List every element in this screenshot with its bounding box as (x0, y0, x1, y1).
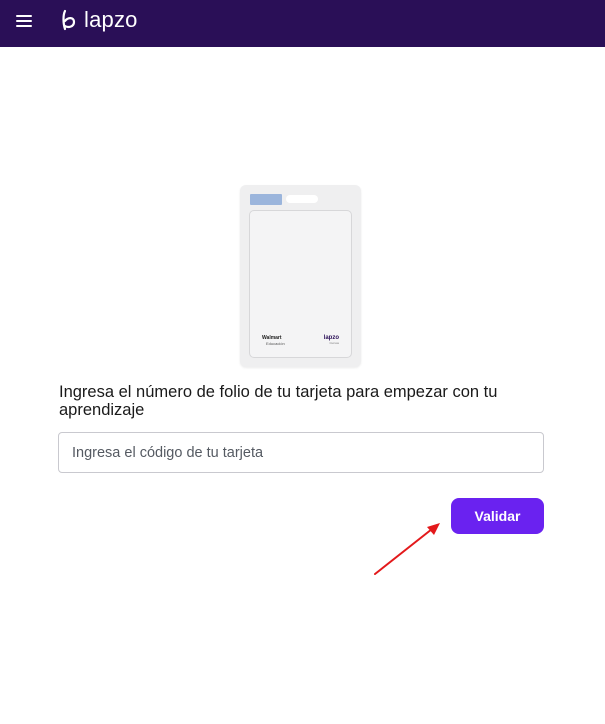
card-face: Walmart Educación lapzo Cursos (249, 210, 352, 358)
lapzo-card-logo: lapzo Cursos (324, 335, 339, 346)
walmart-logo: Walmart Educación (262, 336, 285, 347)
folio-prompt-text: Ingresa el número de folio de tu tarjeta… (59, 383, 498, 419)
lapzo-card-logo-subtext: Cursos (329, 341, 339, 345)
hamburger-menu-icon[interactable] (14, 12, 34, 30)
brand-logo[interactable]: lapzo (60, 6, 138, 34)
menu-line (16, 25, 32, 27)
card-tab (250, 194, 282, 205)
card-code-input[interactable] (58, 432, 544, 473)
walmart-logo-subtext: Educación (266, 341, 285, 346)
red-arrow-icon (374, 523, 440, 575)
validate-button[interactable]: Validar (451, 498, 544, 534)
menu-line (16, 15, 32, 17)
card-hanger-hole (286, 195, 318, 203)
menu-line (16, 20, 32, 22)
lapzo-logo-icon (62, 9, 76, 31)
brand-name: lapzo (84, 7, 138, 32)
gift-card-illustration: Walmart Educación lapzo Cursos (240, 185, 361, 367)
top-navigation-bar: lapzo (0, 0, 605, 47)
